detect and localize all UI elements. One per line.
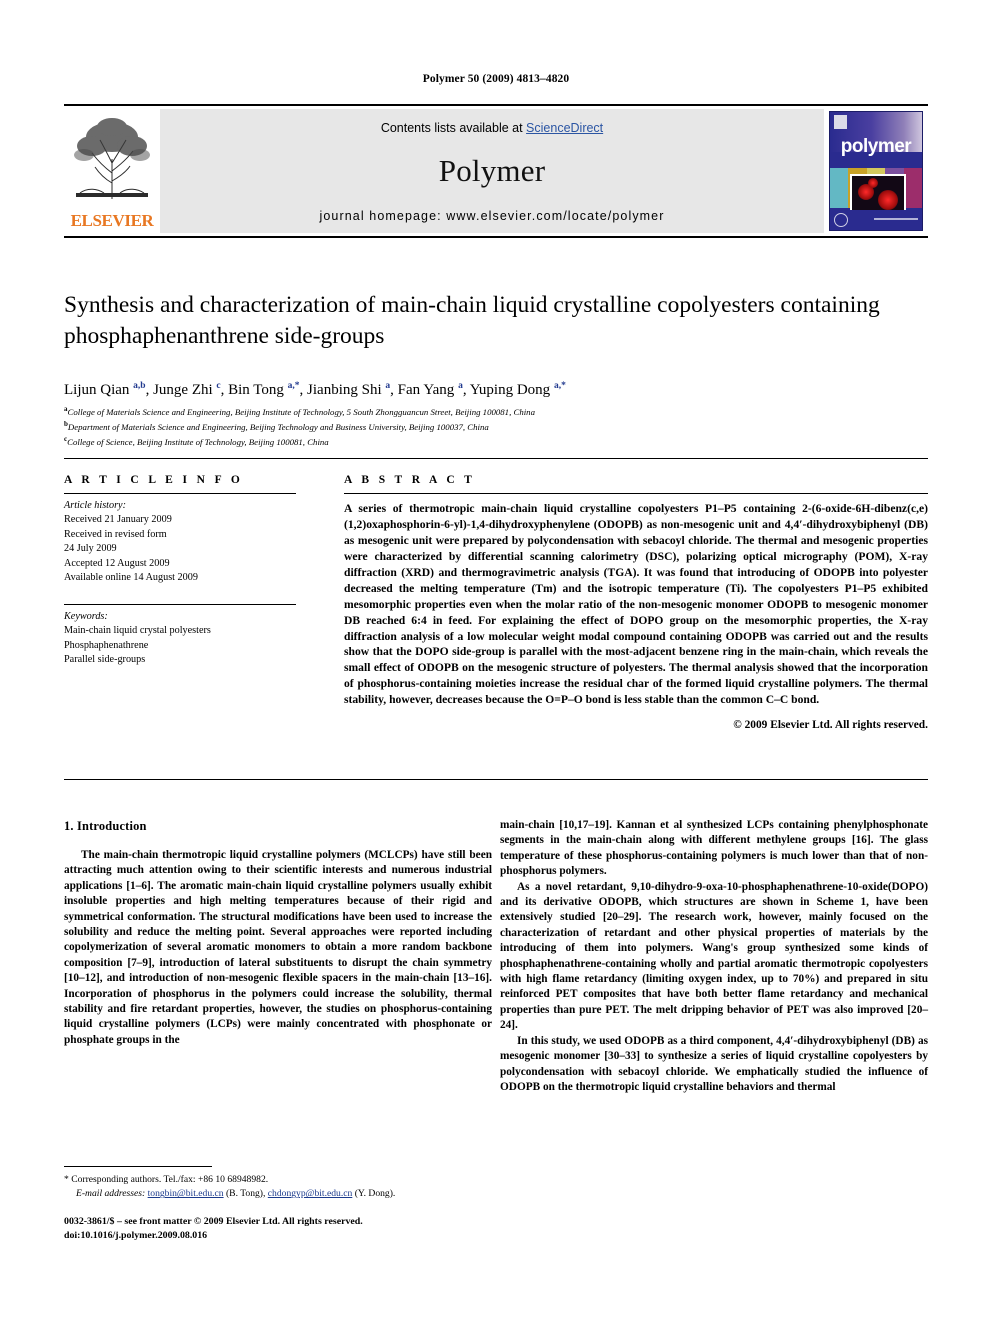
- issn-line: 0032-3861/$ – see front matter © 2009 El…: [64, 1216, 363, 1227]
- keywords-rule: [64, 603, 296, 605]
- journal-homepage-line[interactable]: journal homepage: www.elsevier.com/locat…: [160, 209, 824, 223]
- body-paragraph: main-chain [10,17–19]. Kannan et al synt…: [500, 819, 928, 878]
- abstract-heading: A B S T R A C T: [344, 474, 476, 486]
- email-owner-tong: (B. Tong),: [223, 1188, 268, 1200]
- sciencedirect-banner: Contents lists available at ScienceDirec…: [160, 109, 824, 233]
- keyword-item: Main-chain liquid crystal polyesters: [64, 625, 211, 637]
- journal-article-page: Polymer 50 (2009) 4813–4820 ELSEVIER Con…: [0, 0, 992, 1323]
- body-paragraph: As a novel retardant, 9,10-dihydro-9-oxa…: [500, 880, 928, 1032]
- page-title: Synthesis and characterization of main-c…: [64, 292, 880, 349]
- email-owner-dong: (Y. Dong).: [352, 1188, 396, 1200]
- history-line: Available online 14 August 2009: [64, 572, 198, 584]
- article-info-rule: [64, 493, 296, 494]
- abstract-column: A B S T R A C T A series of thermotropic…: [344, 474, 928, 731]
- keywords-block: Keywords: Main-chain liquid crystal poly…: [64, 610, 304, 668]
- body-column-right: main-chain [10,17–19]. Kannan et al synt…: [500, 818, 928, 1095]
- doi-line[interactable]: doi:10.1016/j.polymer.2009.08.016: [64, 1229, 564, 1243]
- cover-badge-icon: [834, 213, 848, 227]
- email-label: E-mail addresses:: [76, 1188, 146, 1200]
- article-history-block: Article history: Received 21 January 200…: [64, 499, 304, 586]
- contents-available-line: Contents lists available at ScienceDirec…: [160, 121, 824, 135]
- imprint-block: 0032-3861/$ – see front matter © 2009 El…: [64, 1215, 564, 1244]
- footnote-rule: [64, 1166, 212, 1167]
- email-link-tong[interactable]: tongbin@bit.edu.cn: [148, 1188, 224, 1199]
- abstract-copyright: © 2009 Elsevier Ltd. All rights reserved…: [733, 719, 928, 732]
- elsevier-tree-icon: [70, 113, 154, 205]
- history-line: Accepted 12 August 2009: [64, 557, 170, 569]
- email-line: E-mail addresses: tongbin@bit.edu.cn (B.…: [64, 1187, 492, 1201]
- keywords-label: Keywords:: [64, 610, 108, 622]
- history-line: Received 21 January 2009: [64, 514, 172, 526]
- affiliation-text: College of Science, Beijing Institute of…: [67, 437, 329, 448]
- body-paragraph: In this study, we used ODOPB as a third …: [500, 1034, 928, 1093]
- affiliation-list: aCollege of Materials Science and Engine…: [64, 404, 924, 450]
- article-info-column: A R T I C L E I N F O Article history: R…: [64, 474, 304, 668]
- corresponding-author-footnote: * Corresponding authors. Tel./fax: +86 1…: [64, 1166, 492, 1202]
- keyword-item: Parallel side-groups: [64, 654, 146, 666]
- abstract-rule: [344, 493, 928, 494]
- affiliation-item: bDepartment of Materials Science and Eng…: [64, 419, 924, 434]
- sciencedirect-link[interactable]: ScienceDirect: [526, 121, 603, 135]
- cover-publisher-icon: [834, 115, 847, 129]
- journal-masthead: ELSEVIER Contents lists available at Sci…: [64, 104, 928, 238]
- history-line: 24 July 2009: [64, 543, 117, 555]
- contents-prefix: Contents lists available at: [380, 121, 527, 135]
- elsevier-logo: ELSEVIER: [64, 109, 160, 233]
- affiliation-text: Department of Materials Science and Engi…: [67, 422, 489, 433]
- cover-wordmark: polymer: [840, 136, 912, 157]
- abstract-text: A series of thermotropic main-chain liqu…: [344, 502, 928, 707]
- article-info-heading: A R T I C L E I N F O: [64, 474, 244, 486]
- email-link-dong[interactable]: chdongyp@bit.edu.cn: [268, 1188, 353, 1199]
- keyword-item: Phosphaphenathrene: [64, 639, 149, 651]
- affiliation-item: aCollege of Materials Science and Engine…: [64, 404, 924, 419]
- body-column-left: 1. Introduction The main-chain thermotro…: [64, 818, 492, 1048]
- elsevier-wordmark: ELSEVIER: [70, 211, 154, 230]
- journal-title: Polymer: [438, 153, 546, 188]
- history-line: Received in revised form: [64, 528, 167, 540]
- section-heading-introduction: 1. Introduction: [64, 819, 147, 833]
- abstract-band-top-rule: [64, 458, 928, 459]
- article-history-label: Article history:: [64, 500, 126, 511]
- running-head: Polymer 50 (2009) 4813–4820: [422, 73, 570, 85]
- corresponding-author-line: * Corresponding authors. Tel./fax: +86 1…: [64, 1174, 269, 1185]
- affiliation-item: cCollege of Science, Beijing Institute o…: [64, 434, 924, 449]
- journal-cover-thumbnail: polymer: [824, 109, 928, 233]
- author-list: Lijun Qian a,b, Junge Zhi c, Bin Tong a,…: [64, 381, 566, 398]
- affiliation-text: College of Materials Science and Enginee…: [67, 406, 535, 417]
- abstract-band-bottom-rule: [64, 779, 928, 780]
- body-paragraph: The main-chain thermotropic liquid cryst…: [64, 848, 492, 1046]
